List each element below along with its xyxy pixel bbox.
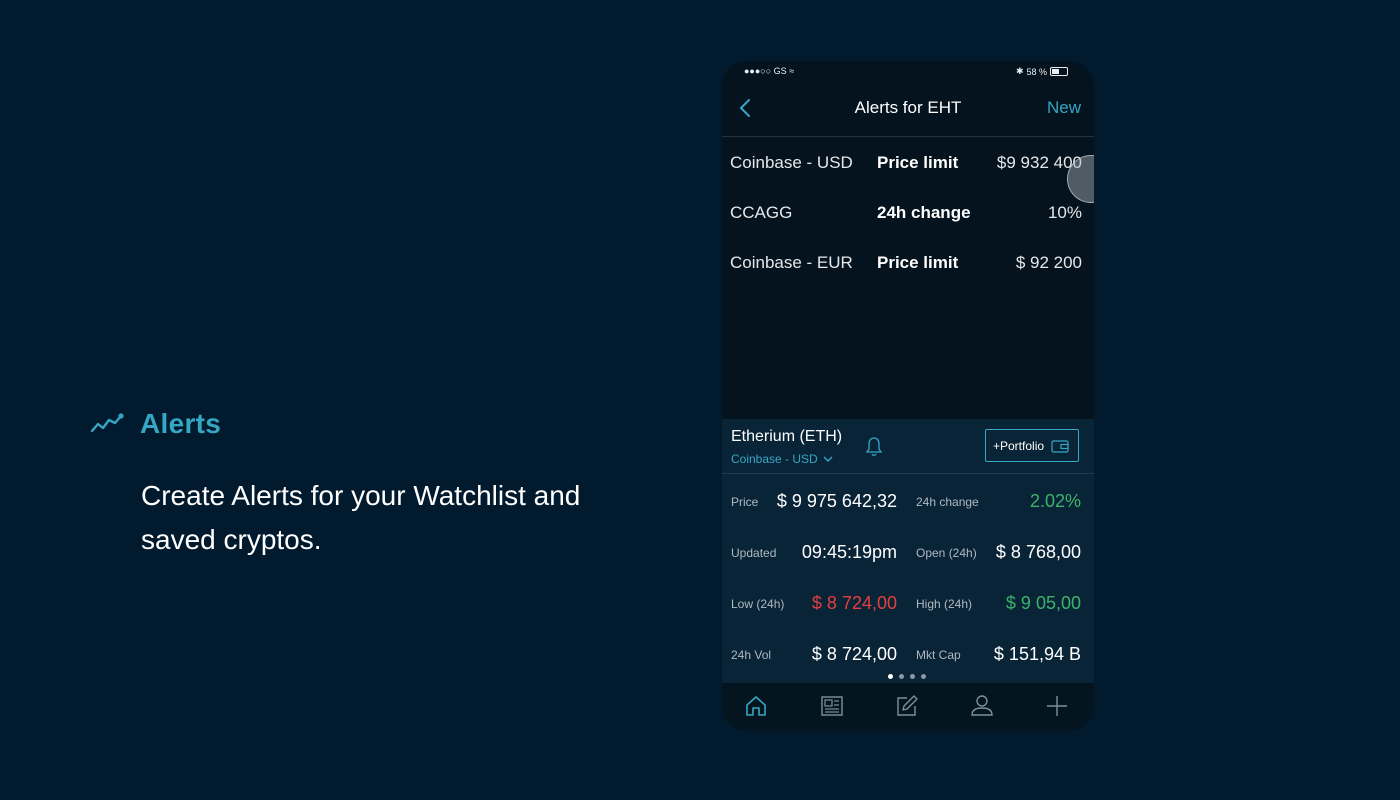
feature-description: Create Alerts for your Watchlist and sav…	[141, 480, 581, 555]
stat-label: Low (24h)	[731, 597, 785, 611]
alerts-list: Coinbase - USD Price limit $9 932 400 CC…	[722, 138, 1094, 288]
exchange-label: Coinbase - USD	[731, 452, 818, 466]
status-bar: ●●●○○ GS ≈ ✱ 58 %	[722, 61, 1094, 81]
coin-detail-panel: Etherium (ETH) Coinbase - USD +Portfolio	[722, 419, 1094, 683]
stat-value: $ 151,94 B	[993, 644, 1081, 664]
news-icon[interactable]	[819, 693, 845, 719]
stat-value: $ 9 05,00	[1005, 593, 1081, 613]
alert-type: Price limit	[877, 253, 959, 272]
feature-header: Alerts	[90, 408, 221, 440]
stat-label: Updated	[731, 546, 777, 560]
stat-updated: Updated 09:45:19pm	[731, 538, 897, 568]
wallet-icon	[1051, 439, 1069, 453]
page-dot[interactable]	[888, 674, 893, 679]
stat-low: Low (24h) $ 8 724,00	[731, 589, 897, 619]
battery-status: ✱ 58 %	[1016, 66, 1068, 77]
alert-row[interactable]: Coinbase - EUR Price limit $ 92 200	[722, 238, 1094, 288]
alert-type: Price limit	[877, 153, 959, 172]
add-portfolio-button[interactable]: +Portfolio	[985, 429, 1079, 462]
stat-high: High (24h) $ 9 05,00	[916, 589, 1081, 619]
coin-name: Etherium (ETH)	[731, 428, 843, 445]
coin-header: Etherium (ETH) Coinbase - USD +Portfolio	[722, 419, 1094, 474]
profile-icon[interactable]	[969, 693, 995, 719]
exchange-selector[interactable]: Coinbase - USD	[731, 452, 834, 466]
phone-screen: ●●●○○ GS ≈ ✱ 58 % Alerts for EHT New Coi…	[722, 61, 1094, 731]
stat-label: Open (24h)	[916, 546, 977, 560]
page-dot[interactable]	[899, 674, 904, 679]
stat-volume: 24h Vol $ 8 724,00	[731, 640, 897, 670]
chevron-down-icon	[823, 456, 833, 462]
portfolio-label: +Portfolio	[993, 438, 1045, 453]
stat-value: $ 8 724,00	[811, 644, 897, 664]
feature-section: Alerts Create Alerts for your Watchlist …	[90, 408, 580, 555]
stat-label: High (24h)	[916, 597, 973, 611]
stat-label: 24h Vol	[731, 648, 772, 662]
alert-value: $ 92 200	[1015, 253, 1082, 272]
battery-label: 58 %	[1026, 66, 1047, 77]
stat-market-cap: Mkt Cap $ 151,94 B	[916, 640, 1081, 670]
new-alert-button[interactable]: New	[1047, 98, 1081, 118]
page-title: Alerts for EHT	[854, 98, 962, 117]
alert-row[interactable]: Coinbase - USD Price limit $9 932 400	[722, 138, 1094, 188]
edit-icon[interactable]	[894, 693, 920, 719]
page-indicator[interactable]	[888, 674, 926, 679]
page-dot[interactable]	[910, 674, 915, 679]
feature-title: Alerts	[140, 408, 222, 439]
alert-source: Coinbase - EUR	[730, 253, 853, 272]
stat-value: $ 9 975 642,32	[776, 491, 897, 511]
bell-icon[interactable]	[864, 436, 884, 458]
trend-line-icon	[90, 413, 124, 433]
stat-value: $ 8 724,00	[811, 593, 897, 613]
alert-source: CCAGG	[730, 203, 793, 222]
bluetooth-icon: ✱	[1015, 66, 1024, 76]
stat-price: Price $ 9 975 642,32	[731, 487, 897, 517]
tab-bar	[722, 683, 1094, 731]
battery-icon	[1050, 67, 1068, 76]
nav-bar: Alerts for EHT New	[722, 81, 1094, 137]
wifi-icon: ≈	[789, 66, 795, 76]
carrier-signal: ●●●○○ GS ≈	[744, 66, 794, 76]
stat-value: $ 8 768,00	[995, 542, 1081, 562]
stat-label: Price	[731, 495, 759, 509]
alert-source: Coinbase - USD	[730, 153, 853, 172]
stat-label: Mkt Cap	[916, 648, 961, 662]
stat-value: 2.02%	[1029, 491, 1081, 511]
alert-value: 10%	[1047, 203, 1082, 222]
alert-row[interactable]: CCAGG 24h change 10%	[722, 188, 1094, 238]
carrier-label: ●●●○○ GS	[744, 66, 787, 76]
page-dot[interactable]	[921, 674, 926, 679]
add-icon[interactable]	[1044, 693, 1070, 719]
home-icon[interactable]	[743, 693, 769, 719]
stat-value: 09:45:19pm	[801, 542, 897, 562]
stat-label: 24h change	[916, 495, 979, 509]
alert-type: 24h change	[877, 203, 971, 222]
stat-open: Open (24h) $ 8 768,00	[916, 538, 1081, 568]
stat-change: 24h change 2.02%	[916, 487, 1081, 517]
